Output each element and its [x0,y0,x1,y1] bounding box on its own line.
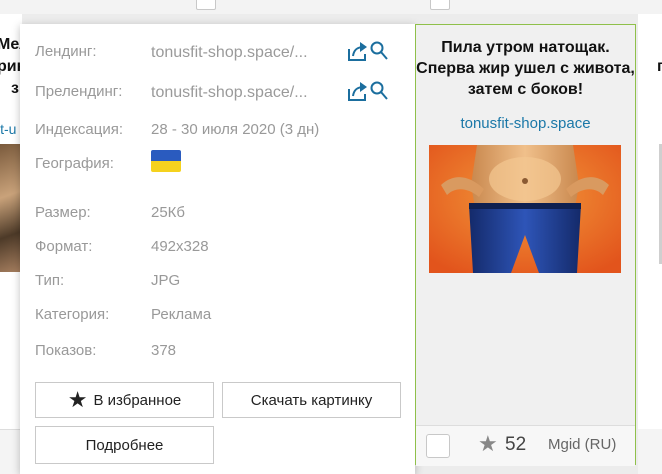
landing-actions [347,39,391,63]
size-label: Размер: [35,204,91,221]
ad-card-footer: ★ 52 Mgid (RU) [416,425,635,466]
format-label: Формат: [35,238,93,255]
ad-card[interactable]: Пила утром натощак. Сперва жир ушел с жи… [415,24,636,466]
ad-info-panel: Лендинг: tonusfit-shop.space/... Преленд… [20,24,415,474]
indexing-label: Индексация: [35,121,123,138]
card-image [0,144,22,272]
category-label: Категория: [35,306,110,323]
geo-label: География: [35,155,114,172]
download-label: Скачать картинку [250,391,373,409]
open-external-icon[interactable] [348,42,367,61]
open-external-icon[interactable] [348,82,367,101]
card-footer [638,429,662,474]
card-checkbox[interactable] [430,0,450,10]
details-button[interactable]: Подробнее [35,426,214,464]
views-label: Показов: [35,342,97,359]
category-value: Реклама [151,306,212,323]
search-icon[interactable] [370,81,388,100]
landing-value[interactable]: tonusfit-shop.space/... [151,44,308,62]
star-icon: ★ [67,387,88,412]
download-image-button[interactable]: Скачать картинку [222,382,401,418]
card-footer [0,429,22,474]
type-value: JPG [151,272,181,289]
top-strip [0,0,662,14]
favorites-label: В избранное [93,391,182,409]
ukraine-flag-icon [151,150,181,172]
background-card-right[interactable]: п [638,14,662,474]
rating-count: 52 [505,434,527,455]
select-checkbox[interactable] [426,434,450,458]
ad-network: Mgid (RU) [548,436,617,453]
indexing-value: 28 - 30 июля 2020 (3 дн) [151,121,320,138]
format-value: 492x328 [151,238,209,255]
size-value: 25Кб [151,204,186,221]
search-icon[interactable] [370,41,388,60]
card-link[interactable]: it-u [0,121,16,137]
views-value: 378 [151,342,177,359]
card-title: Мел [0,36,22,53]
type-label: Тип: [35,272,65,289]
ad-title[interactable]: Пила утром натощак. Сперва жир ушел с жи… [416,37,635,100]
ad-image[interactable] [429,145,621,273]
background-card-left[interactable]: Мел рин з it-u [0,14,22,474]
prelanding-label: Прелендинг: [35,83,123,100]
prelanding-actions [347,79,391,103]
ad-domain-link[interactable]: tonusfit-shop.space [416,115,635,132]
card-title: п [657,58,662,75]
add-to-favorites-button[interactable]: ★ В избранное [35,382,214,418]
details-label: Подробнее [85,436,164,454]
landing-label: Лендинг: [35,43,97,60]
card-title: рин [0,58,22,75]
prelanding-value[interactable]: tonusfit-shop.space/... [151,84,308,102]
card-checkbox[interactable] [196,0,216,10]
star-icon: ★ [478,431,498,456]
card-title: з [11,80,19,97]
